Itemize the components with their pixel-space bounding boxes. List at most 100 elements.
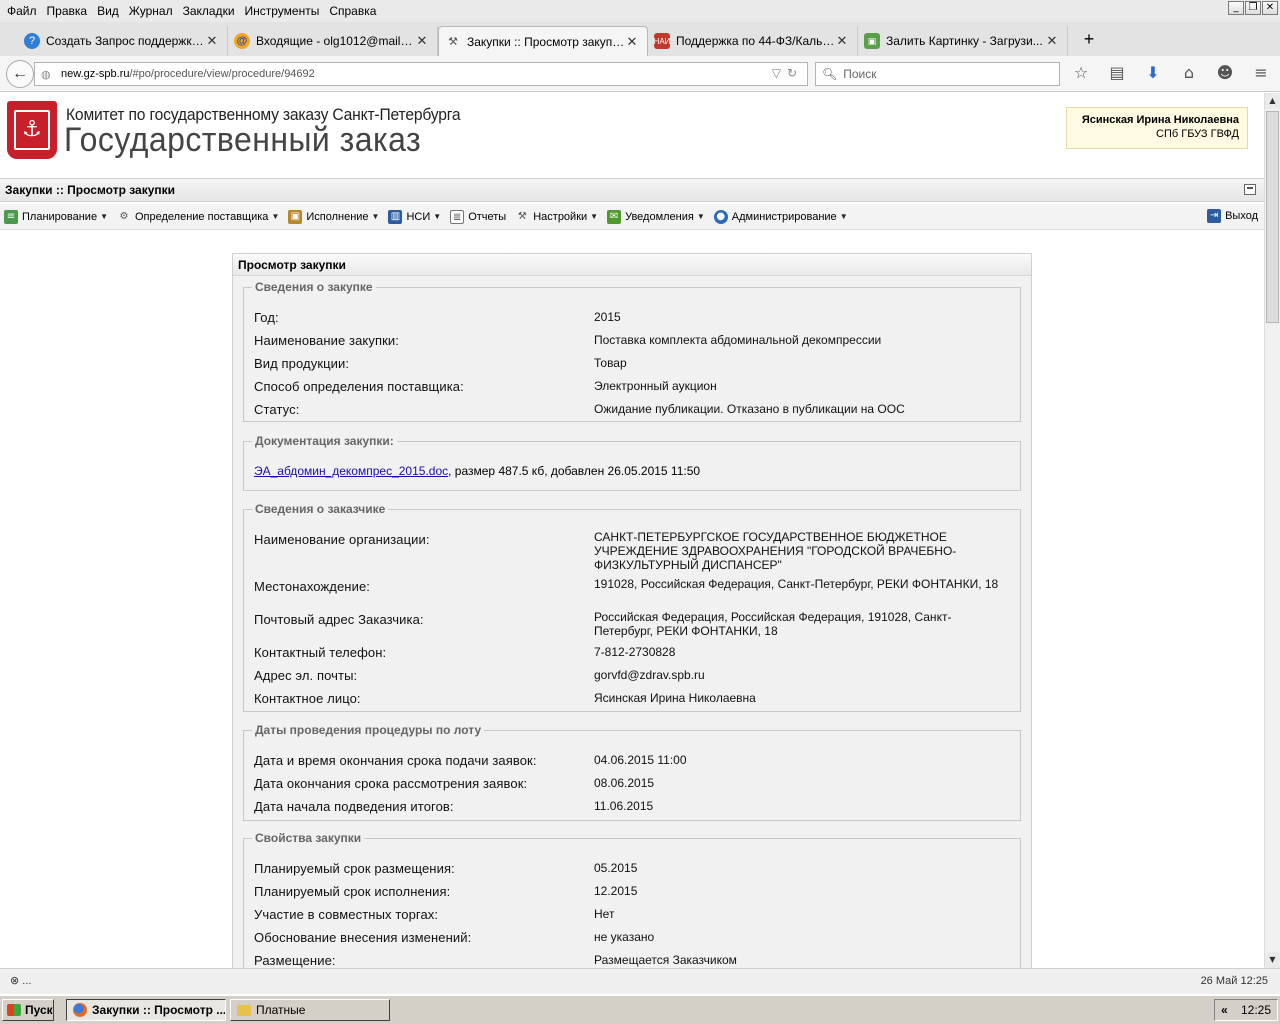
- tab-mail[interactable]: @ Входящие - olg1012@mail.ru... ✕: [228, 26, 438, 56]
- dropdown-caret-icon: ▼: [100, 212, 108, 221]
- hamburger-menu-icon[interactable]: ≡: [1250, 62, 1272, 84]
- menu-edit[interactable]: Правка: [42, 1, 93, 21]
- menu-reports[interactable]: ≣ Отчеты: [450, 209, 506, 224]
- menu-file[interactable]: Файл: [2, 1, 42, 21]
- scroll-down-icon[interactable]: ▼: [1265, 952, 1280, 968]
- collapse-icon[interactable]: [1244, 184, 1256, 195]
- field-label: Обоснование внесения изменений:: [254, 930, 472, 945]
- tab-title: Залить Картинку - Загрузи...: [886, 34, 1043, 48]
- site-title: Государственный заказ: [64, 121, 422, 159]
- dropdown-caret-icon: ▼: [839, 212, 848, 221]
- field-value: Ясинская Ирина Николаевна: [594, 691, 756, 705]
- tab-support-request[interactable]: ? Создать Запрос поддержки... ✕: [18, 26, 228, 56]
- tab-procurement-view[interactable]: ⚒ Закупки :: Просмотр закупк... ✕: [438, 26, 648, 56]
- field-value: не указано: [594, 930, 655, 944]
- tools-icon: ⚒: [448, 36, 458, 48]
- page-scrollbar[interactable]: ▲ ▼: [1264, 93, 1280, 968]
- menu-planning[interactable]: ≡ Планирование ▼: [4, 209, 108, 224]
- restore-button[interactable]: ❐: [1245, 1, 1261, 15]
- start-button[interactable]: Пуск: [2, 999, 54, 1021]
- new-tab-button[interactable]: +: [1076, 27, 1102, 53]
- briefcase-icon: ▣: [288, 209, 303, 224]
- section-legend: Документация закупки:: [255, 434, 394, 448]
- menu-nsi[interactable]: ▥ НСИ ▼: [388, 209, 442, 224]
- field-label: Наименование закупки:: [254, 333, 399, 348]
- back-button[interactable]: ←: [6, 60, 34, 88]
- close-tab-icon[interactable]: ✕: [205, 33, 219, 49]
- menu-history[interactable]: Журнал: [124, 1, 178, 21]
- menu-label: Уведомления: [625, 210, 694, 223]
- url-bar[interactable]: ◍ new.gz-spb.ru /#po/procedure/view/proc…: [34, 62, 808, 86]
- search-input[interactable]: 🔍︎ Поиск: [815, 62, 1060, 86]
- field-value: 08.06.2015: [594, 776, 655, 790]
- scroll-up-icon[interactable]: ▲: [1265, 93, 1280, 109]
- taskbar-firefox-window[interactable]: Закупки :: Просмотр ...: [66, 999, 226, 1021]
- tray-expand-icon[interactable]: «: [1221, 1000, 1228, 1020]
- home-icon[interactable]: ⌂: [1178, 62, 1200, 84]
- close-tab-icon[interactable]: ✕: [625, 34, 639, 50]
- close-tab-icon[interactable]: ✕: [835, 33, 849, 49]
- scroll-thumb[interactable]: [1266, 111, 1279, 323]
- start-label: Пуск: [25, 1003, 53, 1017]
- tab-bar: ? Создать Запрос поддержки... ✕ @ Входящ…: [0, 22, 1280, 56]
- field-value: 2015: [594, 310, 621, 324]
- reload-icon[interactable]: ↻: [787, 66, 803, 80]
- menu-supplier[interactable]: ⚙ Определение поставщика ▼: [117, 210, 280, 224]
- field-value: Поставка комплекта абдоминальной декомпр…: [594, 333, 882, 347]
- minimize-button[interactable]: _: [1228, 1, 1244, 15]
- user-name: Ясинская Ирина Николаевна: [1081, 114, 1239, 126]
- planning-icon: ≡: [4, 209, 18, 224]
- procurement-panel: Просмотр закупки Сведения о закупке Год:…: [232, 253, 1032, 968]
- menu-bookmarks[interactable]: Закладки: [178, 1, 240, 21]
- menu-settings[interactable]: ⚒ Настройки ▼: [515, 210, 598, 224]
- menu-execution[interactable]: ▣ Исполнение ▼: [288, 209, 380, 224]
- field-label: Адрес эл. почты:: [254, 668, 358, 683]
- field-label: Планируемый срок исполнения:: [254, 884, 451, 899]
- windows-taskbar: Пуск Закупки :: Просмотр ... Платные « 1…: [0, 994, 1280, 1024]
- dropdown-caret-icon: ▼: [371, 212, 380, 221]
- document-row: ЭА_абдомин_декомпрес_2015.doc, размер 48…: [254, 464, 1014, 478]
- section-legend: Свойства закупки: [255, 831, 362, 845]
- field-label: Контактный телефон:: [254, 645, 387, 660]
- exit-icon: ⇥: [1207, 209, 1222, 223]
- spb-emblem-logo: ⚓: [7, 101, 57, 159]
- tab-support-44fz[interactable]: НАИ Поддержка по 44-ФЗ/Кальк... ✕: [648, 26, 858, 56]
- field-label: Местонахождение:: [254, 579, 370, 594]
- field-value: САНКТ-ПЕТЕРБУРГСКОЕ ГОСУДАРСТВЕННОЕ БЮДЖ…: [594, 530, 957, 572]
- section-legend: Сведения о заказчике: [255, 502, 386, 516]
- close-tab-icon[interactable]: ✕: [1045, 33, 1059, 49]
- menu-label: Исполнение: [306, 210, 369, 223]
- dropdown-arrow-icon[interactable]: ▽: [772, 66, 787, 80]
- image-icon: ▣: [864, 33, 880, 49]
- breadcrumb-text: Закупки :: Просмотр закупки: [5, 183, 176, 197]
- taskbar-folder-window[interactable]: Платные: [230, 999, 390, 1021]
- panel-title: Просмотр закупки: [233, 254, 1031, 276]
- menu-tools[interactable]: Инструменты: [240, 1, 325, 21]
- windows-logo-icon: [7, 1004, 21, 1016]
- chat-icon[interactable]: ☻: [1214, 62, 1236, 84]
- field-label: Контактное лицо:: [254, 691, 361, 706]
- menu-view[interactable]: Вид: [92, 1, 124, 21]
- menu-help[interactable]: Справка: [324, 1, 381, 21]
- close-tab-icon[interactable]: ✕: [415, 33, 429, 49]
- field-label: Дата начала подведения итогов:: [254, 799, 454, 814]
- browser-menubar: Файл Правка Вид Журнал Закладки Инструме…: [0, 0, 1280, 22]
- dropdown-caret-icon: ▼: [433, 212, 442, 221]
- close-window-button[interactable]: ✕: [1262, 1, 1278, 15]
- menu-administration[interactable]: ● Администрирование ▼: [713, 209, 848, 224]
- breadcrumb: Закупки :: Просмотр закупки: [0, 178, 1264, 202]
- document-link[interactable]: ЭА_абдомин_декомпрес_2015.doc: [254, 464, 448, 478]
- tab-upload-image[interactable]: ▣ Залить Картинку - Загрузи... ✕: [858, 26, 1068, 56]
- dropdown-caret-icon: ▼: [271, 212, 280, 221]
- notification-icon: ✉: [607, 209, 622, 224]
- download-icon[interactable]: ⬇: [1142, 62, 1164, 84]
- field-label: Дата окончания срока рассмотрения заявок…: [254, 776, 528, 791]
- reading-list-icon[interactable]: ▤: [1106, 62, 1128, 84]
- field-label: Вид продукции:: [254, 356, 350, 371]
- menu-label: Определение поставщика: [135, 210, 269, 223]
- menu-label: НСИ: [406, 210, 431, 223]
- menu-notifications[interactable]: ✉ Уведомления ▼: [607, 209, 705, 224]
- bookmark-star-icon[interactable]: ☆: [1070, 62, 1092, 84]
- browser-statusbar: ⊗ ... 26 Май 12:25: [0, 968, 1280, 994]
- exit-button[interactable]: ⇥ Выход: [1207, 209, 1258, 223]
